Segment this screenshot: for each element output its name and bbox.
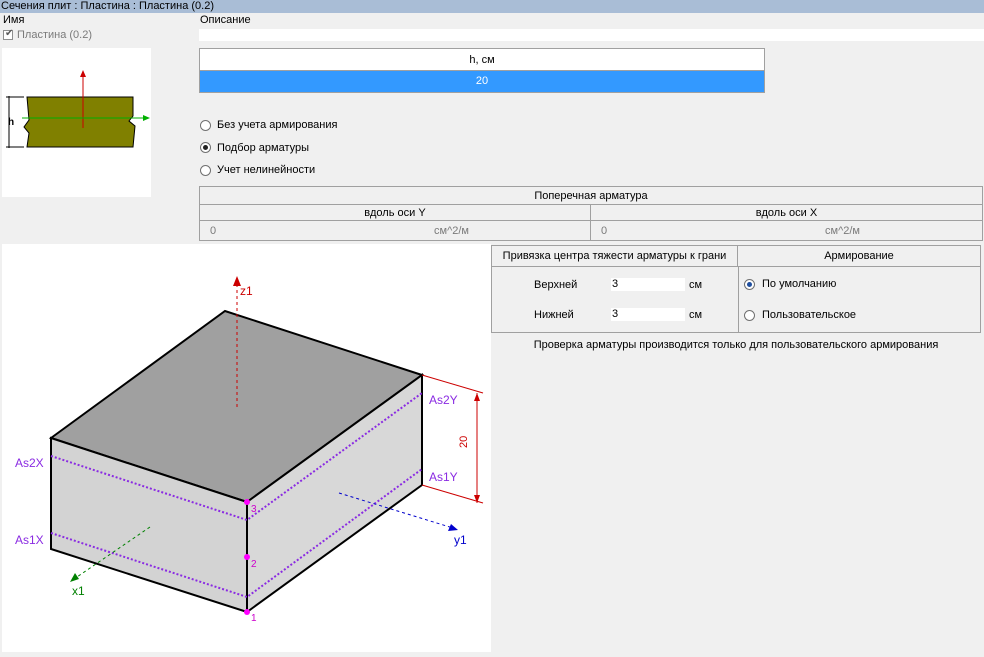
section-checkbox[interactable]: ✔ [3,28,14,40]
binding-bottom-unit: см [689,309,703,321]
as1x-label: As1X [15,533,44,547]
window-title: Сечения плит : Пластина : Пластина (0.2) [0,0,984,13]
binding-top-unit: см [689,279,703,291]
transverse-col-y: вдоль оси Y [200,205,591,221]
binding-divider [738,267,739,332]
radio-default-reinforcement-label: По умолчанию [762,278,837,290]
radio-custom-reinforcement[interactable] [744,310,755,321]
name-label: Имя [3,14,25,26]
transverse-title: Поперечная арматура [200,187,982,205]
transverse-table: Поперечная арматура вдоль оси Y вдоль ос… [199,186,983,241]
reinforcement-note: Проверка арматуры производится только дл… [533,339,939,351]
plate-section-icon [6,70,150,148]
point-3-label: 3 [251,504,257,515]
as1y-label: As1Y [429,470,458,484]
checkmark-icon: ✔ [5,28,14,39]
reinforcement-diagram: z1 x1 y1 As2X As1X As2Y As1Y 20 1 2 3 [2,244,491,652]
description-label: Описание [200,14,251,26]
axis-x-label: x1 [72,584,85,598]
transverse-y-input[interactable]: 0 см^2/м [200,221,591,240]
transverse-y-unit: см^2/м [434,225,469,237]
binding-bottom-label: Нижней [534,309,574,321]
radio-default-reinforcement[interactable] [744,279,755,290]
binding-top-label: Верхней [534,279,578,291]
thickness-header: h, см [200,49,764,71]
transverse-y-value: 0 [210,225,217,237]
radio-reinforcement-selection[interactable] [200,142,211,153]
reinforcement-header: Армирование [738,246,980,267]
binding-header: Привязка центра тяжести арматуры к грани [492,246,738,267]
radio-custom-reinforcement-label: Пользовательское [762,309,857,321]
transverse-x-value: 0 [601,225,608,237]
point-2-label: 2 [251,559,257,570]
radio-no-reinforcement-label: Без учета армирования [217,119,338,131]
radio-nonlinearity-label: Учет нелинейности [217,164,316,176]
radio-reinforcement-selection-label: Подбор арматуры [217,142,310,154]
point-1-label: 1 [251,613,257,624]
transverse-x-unit: см^2/м [825,225,860,237]
as2x-label: As2X [15,456,44,470]
axis-z-label: z1 [240,284,253,298]
binding-bottom-value: 3 [612,308,619,320]
description-input[interactable] [199,29,984,41]
transverse-col-x: вдоль оси X [591,205,982,221]
as2y-label: As2Y [429,393,458,407]
transverse-x-input[interactable]: 0 см^2/м [591,221,982,240]
thickness-table: h, см 20 [199,48,765,93]
radio-nonlinearity[interactable] [200,165,211,176]
section-h-label: h [8,117,15,128]
section-checkbox-label: Пластина (0.2) [17,29,92,41]
axis-y-label: y1 [454,533,467,547]
radio-no-reinforcement[interactable] [200,120,211,131]
binding-top-value: 3 [612,278,619,290]
binding-table: Привязка центра тяжести арматуры к грани… [491,245,981,333]
section-preview: h [2,48,151,197]
thickness-value-cell[interactable]: 20 [200,71,764,92]
binding-top-input[interactable]: 3 [611,278,685,291]
thickness-dimension-label: 20 [458,435,470,448]
binding-bottom-input[interactable]: 3 [611,308,685,321]
